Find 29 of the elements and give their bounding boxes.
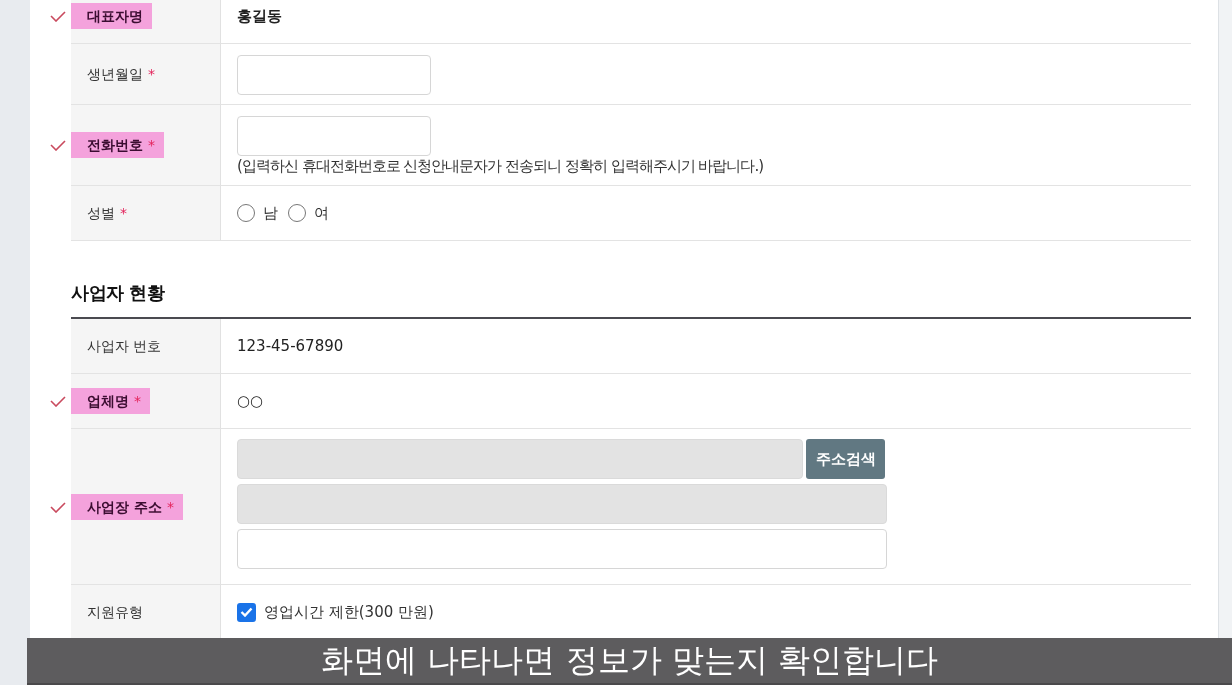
radio-button[interactable]: [288, 204, 306, 222]
address-field[interactable]: [237, 529, 887, 569]
required-asterisk: *: [148, 136, 155, 155]
field-label: 전화번호: [87, 136, 143, 155]
input-field[interactable]: [237, 55, 431, 95]
field-label: 생년월일: [87, 65, 143, 84]
required-asterisk: *: [148, 65, 155, 84]
field-label: 대표자명: [87, 7, 143, 26]
field-value: 홍길동: [237, 6, 282, 26]
field-label: 사업장 주소: [87, 497, 162, 517]
field-label: 지원유형: [87, 603, 143, 622]
radio-button[interactable]: [237, 204, 255, 222]
field-value: 123-45-67890: [237, 337, 344, 355]
input-field[interactable]: [237, 116, 431, 156]
radio-label[interactable]: 여: [314, 203, 329, 223]
field-label: 업체명: [87, 392, 129, 411]
field-value: ○○: [237, 392, 264, 410]
section-title: 사업자 현황: [71, 282, 165, 303]
field-label: 성별: [87, 204, 115, 223]
checkbox[interactable]: [237, 602, 256, 622]
checkbox-label[interactable]: 영업시간 제한(300 만원): [264, 602, 434, 622]
subtitle-caption: 화면에 나타나면 정보가 맞는지 확인합니다: [27, 638, 1232, 685]
field-label: 사업자 번호: [87, 337, 162, 356]
required-asterisk: *: [120, 204, 127, 223]
address-search-button[interactable]: 주소검색: [806, 439, 885, 479]
help-text: (입력하신 휴대전화번호로 신청안내문자가 전송되니 정확히 입력해주시기 바랍니다.): [237, 156, 764, 176]
required-asterisk: *: [134, 392, 141, 411]
radio-label[interactable]: 남: [263, 203, 278, 223]
required-asterisk: *: [166, 497, 174, 517]
